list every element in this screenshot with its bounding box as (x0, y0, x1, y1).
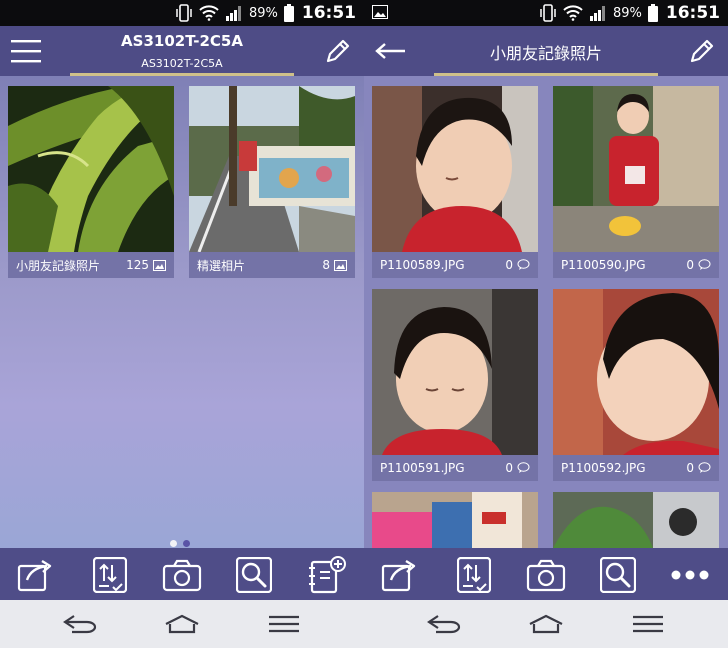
photo-thumb-partial (372, 492, 538, 548)
photo-grid: P1100589.JPG 0 P1100590.JPG 0 P1100591.J… (364, 76, 728, 548)
album-caption: 小朋友記錄照片 125 (8, 252, 174, 278)
page-dot[interactable] (170, 540, 177, 547)
album-grid: 小朋友記錄照片 125 精選相片 8 (0, 76, 364, 548)
search-icon[interactable] (234, 556, 274, 594)
album-list-screen: 89% 16:51 AS3102T-2C5A AS3102T-2C5A 小朋友記… (0, 0, 364, 648)
photo-tile[interactable]: P1100589.JPG 0 (372, 86, 538, 278)
image-count-icon (153, 259, 166, 271)
gallery-notification-icon (372, 5, 388, 19)
status-icons: 89% 16:51 (539, 3, 720, 23)
photo-thumb-girl-looking-down (372, 86, 538, 252)
wifi-icon (563, 5, 583, 21)
comment-count: 0 (686, 461, 694, 475)
clock: 16:51 (665, 3, 720, 23)
album-tile[interactable]: 精選相片 8 (189, 86, 355, 278)
home-nav-icon[interactable] (162, 610, 202, 638)
system-navbar (364, 600, 728, 648)
photo-name: P1100592.JPG (561, 461, 646, 475)
sort-icon[interactable] (454, 556, 494, 594)
vibrate-icon (176, 4, 192, 22)
pencil-icon[interactable] (322, 35, 354, 67)
album-name: 小朋友記錄照片 (16, 258, 101, 273)
search-icon[interactable] (598, 556, 638, 594)
wifi-icon (199, 5, 219, 21)
photo-caption: P1100591.JPG 0 (372, 455, 538, 481)
system-navbar (0, 600, 364, 648)
album-cover-street (189, 86, 355, 252)
back-nav-icon[interactable] (60, 610, 100, 638)
photo-thumb-girl-profile (553, 289, 719, 455)
camera-icon[interactable] (526, 556, 566, 594)
status-bar: 89% 16:51 (0, 0, 364, 26)
photo-caption: P1100592.JPG 0 (553, 455, 719, 481)
album-name: 精選相片 (197, 258, 246, 273)
share-icon[interactable] (16, 556, 56, 594)
photo-tile[interactable]: P1100591.JPG 0 (372, 289, 538, 481)
album-cover-plant (8, 86, 174, 252)
page-title: AS3102T-2C5A (121, 32, 243, 50)
photo-tile[interactable]: P1100592.JPG 0 (553, 289, 719, 481)
photo-thumb-partial (553, 492, 719, 548)
home-nav-icon[interactable] (526, 610, 566, 638)
photo-tile[interactable] (372, 492, 538, 548)
comment-icon (517, 462, 530, 473)
photo-thumb-girl-standing (553, 86, 719, 252)
battery-icon (283, 4, 294, 22)
album-count: 125 (126, 258, 149, 272)
image-count-icon (334, 259, 347, 271)
photo-name: P1100590.JPG (561, 258, 646, 272)
camera-icon[interactable] (162, 556, 202, 594)
hamburger-menu-icon[interactable] (10, 35, 42, 67)
photo-caption: P1100589.JPG 0 (372, 252, 538, 278)
battery-icon (647, 4, 658, 22)
comment-icon (698, 259, 711, 270)
app-bar: AS3102T-2C5A AS3102T-2C5A (0, 26, 364, 76)
album-tile[interactable]: 小朋友記錄照片 125 (8, 86, 174, 278)
menu-nav-icon[interactable] (628, 610, 668, 638)
status-icons: 89% 16:51 (175, 3, 356, 23)
page-subtitle[interactable]: AS3102T-2C5A (60, 57, 304, 70)
page-title: 小朋友記錄照片 (489, 44, 602, 63)
comment-count: 0 (686, 258, 694, 272)
photo-thumb-girl-closeup (372, 289, 538, 455)
vibrate-icon (540, 4, 556, 22)
album-caption: 精選相片 8 (189, 252, 355, 278)
page-indicator[interactable] (170, 540, 190, 547)
photo-name: P1100589.JPG (380, 258, 465, 272)
sort-icon[interactable] (90, 556, 130, 594)
comment-count: 0 (505, 258, 513, 272)
battery-percent: 89% (248, 5, 278, 21)
comment-icon (517, 259, 530, 270)
more-icon[interactable] (670, 556, 710, 594)
clock: 16:51 (301, 3, 356, 23)
menu-nav-icon[interactable] (264, 610, 304, 638)
app-bar: 小朋友記錄照片 (364, 26, 728, 76)
signal-icon (589, 6, 605, 21)
arrow-left-icon[interactable] (374, 38, 408, 64)
photo-name: P1100591.JPG (380, 461, 465, 475)
comment-icon (698, 462, 711, 473)
back-nav-icon[interactable] (424, 610, 464, 638)
pencil-icon[interactable] (686, 35, 718, 67)
signal-icon (225, 6, 241, 21)
status-bar: 89% 16:51 (364, 0, 728, 26)
album-detail-screen: 89% 16:51 小朋友記錄照片 P1100589.JPG 0 P110059… (364, 0, 728, 648)
comment-count: 0 (505, 461, 513, 475)
photo-tile[interactable] (553, 492, 719, 548)
album-count: 8 (322, 258, 330, 272)
page-dot-active[interactable] (183, 540, 190, 547)
battery-percent: 89% (612, 5, 642, 21)
share-icon[interactable] (380, 556, 420, 594)
add-album-icon[interactable] (306, 556, 346, 594)
bottom-toolbar (0, 548, 364, 600)
photo-tile[interactable]: P1100590.JPG 0 (553, 86, 719, 278)
photo-caption: P1100590.JPG 0 (553, 252, 719, 278)
bottom-toolbar (364, 548, 728, 600)
